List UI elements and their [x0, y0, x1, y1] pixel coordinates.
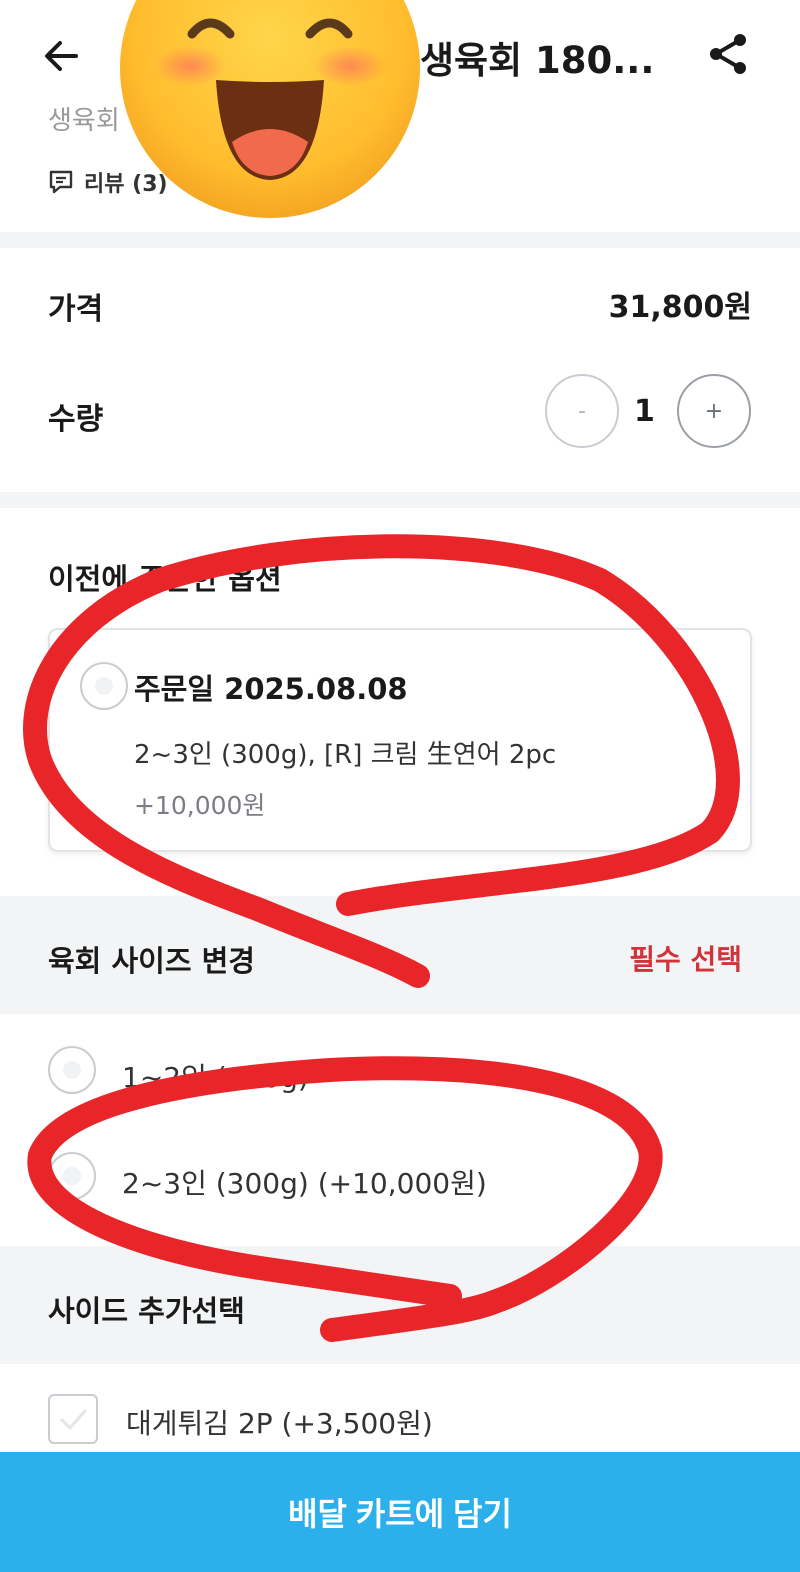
- share-icon: [710, 34, 746, 74]
- quantity-value: 1: [634, 394, 655, 429]
- price-value: 31,800원: [608, 290, 752, 325]
- previous-order-price: +10,000원: [134, 791, 266, 820]
- share-button[interactable]: [704, 30, 752, 78]
- chat-icon: [49, 170, 73, 194]
- size-option-radio-2[interactable]: [48, 1152, 96, 1200]
- size-option-label-1[interactable]: 1~2인 (100g): [122, 1056, 309, 1096]
- back-button[interactable]: [40, 34, 84, 78]
- grinning-face-emoji: [120, 0, 420, 218]
- price-label: 가격: [48, 292, 104, 327]
- previous-order-radio[interactable]: [80, 662, 128, 710]
- previous-order-title: 이전에 주문한 옵션: [48, 562, 282, 596]
- side-option-checkbox-1[interactable]: [48, 1394, 98, 1444]
- check-icon: [60, 1409, 87, 1430]
- add-to-cart-button[interactable]: 배달 카트에 담기: [0, 1452, 800, 1572]
- quantity-increase-button[interactable]: +: [677, 374, 751, 448]
- page-title: 생육회 180...: [420, 39, 655, 82]
- previous-order-date: 주문일 2025.08.08: [134, 672, 408, 706]
- previous-order-description: 2~3인 (300g), [R] 크림 生연어 2pc: [134, 740, 557, 770]
- arrow-left-icon: [45, 41, 78, 71]
- size-option-label-2[interactable]: 2~3인 (300g) (+10,000원): [122, 1162, 487, 1202]
- section-divider: [0, 492, 800, 508]
- product-category: 생육회: [48, 106, 120, 136]
- side-section-title: 사이드 추가선택: [48, 1294, 245, 1328]
- required-badge: 필수 선택: [629, 943, 742, 976]
- size-option-radio-1[interactable]: [48, 1046, 96, 1094]
- previous-order-card[interactable]: 주문일 2025.08.08 2~3인 (300g), [R] 크림 生연어 2…: [48, 628, 752, 852]
- section-divider: [0, 232, 800, 248]
- side-option-label-1[interactable]: 대게튀김 2P (+3,500원): [126, 1402, 433, 1442]
- quantity-label: 수량: [48, 402, 104, 437]
- size-section-title: 육회 사이즈 변경: [48, 944, 255, 978]
- quantity-decrease-button[interactable]: -: [545, 374, 619, 448]
